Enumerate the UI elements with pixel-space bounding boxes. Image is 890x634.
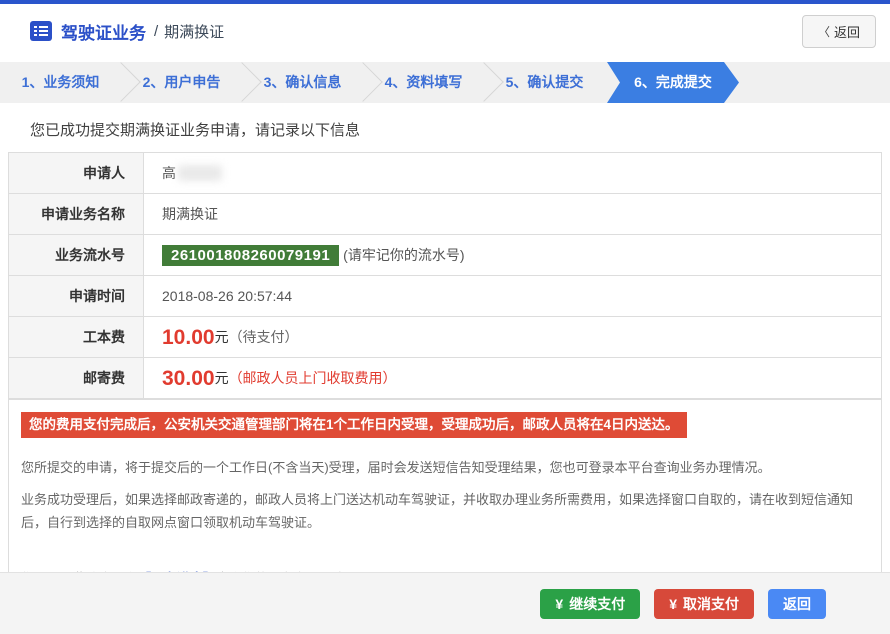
row-label: 申请人 bbox=[9, 153, 144, 193]
step-progress-bar: 1、业务须知 2、用户申告 3、确认信息 4、资料填写 5、确认提交 6、完成提… bbox=[0, 62, 890, 103]
step-label: 4、资料填写 bbox=[384, 74, 463, 90]
page-title: 驾驶证业务 bbox=[61, 23, 146, 43]
table-row-mail-fee: 邮寄费 30.00 元 （邮政人员上门收取费用） bbox=[9, 358, 881, 399]
fee-note: （待支付） bbox=[228, 329, 299, 345]
step-tab-4: 4、资料填写 bbox=[363, 62, 504, 103]
step-tab-5: 5、确认提交 bbox=[484, 62, 605, 103]
row-label: 邮寄费 bbox=[9, 358, 144, 398]
table-row-applicant: 申请人 高 bbox=[9, 153, 881, 194]
step-tab-1: 1、业务须知 bbox=[0, 62, 141, 103]
continue-payment-button[interactable]: ¥ 继续支付 bbox=[540, 588, 641, 619]
footer-action-bar: ¥ 继续支付 ¥ 取消支付 返回 bbox=[0, 572, 890, 634]
row-value: 2018-08-26 20:57:44 bbox=[162, 288, 292, 304]
breadcrumb-separator: / bbox=[154, 22, 159, 40]
steps-filler bbox=[739, 62, 890, 103]
row-label: 业务流水号 bbox=[9, 235, 144, 275]
table-row-serial-number: 业务流水号 261001808260079191 (请牢记你的流水号) bbox=[9, 235, 881, 276]
cancel-payment-button[interactable]: ¥ 取消支付 bbox=[654, 588, 754, 619]
breadcrumb-current: 期满换证 bbox=[164, 23, 225, 41]
row-value: 261001808260079191 (请牢记你的流水号) bbox=[144, 235, 881, 275]
return-button[interactable]: 返回 bbox=[768, 588, 826, 619]
list-form-icon bbox=[30, 21, 52, 41]
serial-note: (请牢记你的流水号) bbox=[343, 247, 465, 263]
yen-icon: ¥ bbox=[669, 595, 677, 612]
table-row-business-name: 申请业务名称 期满换证 bbox=[9, 194, 881, 235]
chevron-left-icon: 〈 bbox=[817, 24, 830, 39]
fee-unit: 元 bbox=[214, 329, 229, 345]
yen-icon: ¥ bbox=[555, 595, 564, 612]
fee-amount: 10.00 bbox=[162, 325, 215, 349]
applicant-name: 高 bbox=[162, 165, 176, 181]
row-label: 申请业务名称 bbox=[9, 194, 144, 234]
header: 驾驶证业务 / 期满换证 〈 返回 bbox=[0, 4, 890, 58]
page: 驾驶证业务 / 期满换证 〈 返回 1、业务须知 2、用户申告 3、确认信息 4… bbox=[0, 0, 890, 634]
row-value: 10.00 元 （待支付） bbox=[144, 317, 881, 357]
step-label: 5、确认提交 bbox=[505, 74, 584, 90]
back-button[interactable]: 〈 返回 bbox=[801, 14, 876, 48]
cancel-payment-label: 取消支付 bbox=[683, 595, 739, 612]
step-tab-2: 2、用户申告 bbox=[121, 62, 262, 103]
row-value: 30.00 元 （邮政人员上门收取费用） bbox=[144, 358, 881, 398]
return-label: 返回 bbox=[783, 595, 811, 612]
notice-paragraph-2: 业务成功受理后，如果选择邮政寄递的，邮政人员将上门送达机动车驾驶证，并收取办理业… bbox=[21, 491, 854, 530]
table-row-apply-time: 申请时间 2018-08-26 20:57:44 bbox=[9, 276, 881, 317]
table-row-production-fee: 工本费 10.00 元 （待支付） bbox=[9, 317, 881, 358]
step-label: 2、用户申告 bbox=[142, 74, 221, 90]
fee-unit: 元 bbox=[214, 370, 229, 386]
row-label: 工本费 bbox=[9, 317, 144, 357]
payment-warning-banner: 您的费用支付完成后，公安机关交通管理部门将在1个工作日内受理，受理成功后，邮政人… bbox=[21, 412, 687, 439]
row-label: 申请时间 bbox=[9, 276, 144, 316]
step-label: 1、业务须知 bbox=[21, 74, 100, 90]
application-info-table: 申请人 高 申请业务名称 期满换证 业务流水号 2610018082600791… bbox=[8, 152, 882, 611]
serial-number-badge: 261001808260079191 bbox=[162, 244, 340, 266]
step-label: 3、确认信息 bbox=[263, 74, 342, 90]
back-button-label: 返回 bbox=[833, 24, 860, 40]
notice-paragraph-1: 您所提交的申请，将于提交后的一个工作日(不含当天)受理，届时会发送短信告知受理结… bbox=[21, 460, 771, 476]
row-value: 高 bbox=[144, 153, 881, 193]
redacted-name-blur bbox=[178, 165, 222, 181]
success-message: 您已成功提交期满换证业务申请，请记录以下信息 bbox=[30, 122, 361, 139]
step-tab-6-active: 6、完成提交 bbox=[607, 62, 739, 103]
fee-amount: 30.00 bbox=[162, 366, 215, 390]
fee-note: （邮政人员上门收取费用） bbox=[228, 370, 397, 386]
row-value: 期满换证 bbox=[162, 206, 218, 222]
step-tab-3: 3、确认信息 bbox=[242, 62, 383, 103]
continue-payment-label: 继续支付 bbox=[569, 595, 626, 612]
